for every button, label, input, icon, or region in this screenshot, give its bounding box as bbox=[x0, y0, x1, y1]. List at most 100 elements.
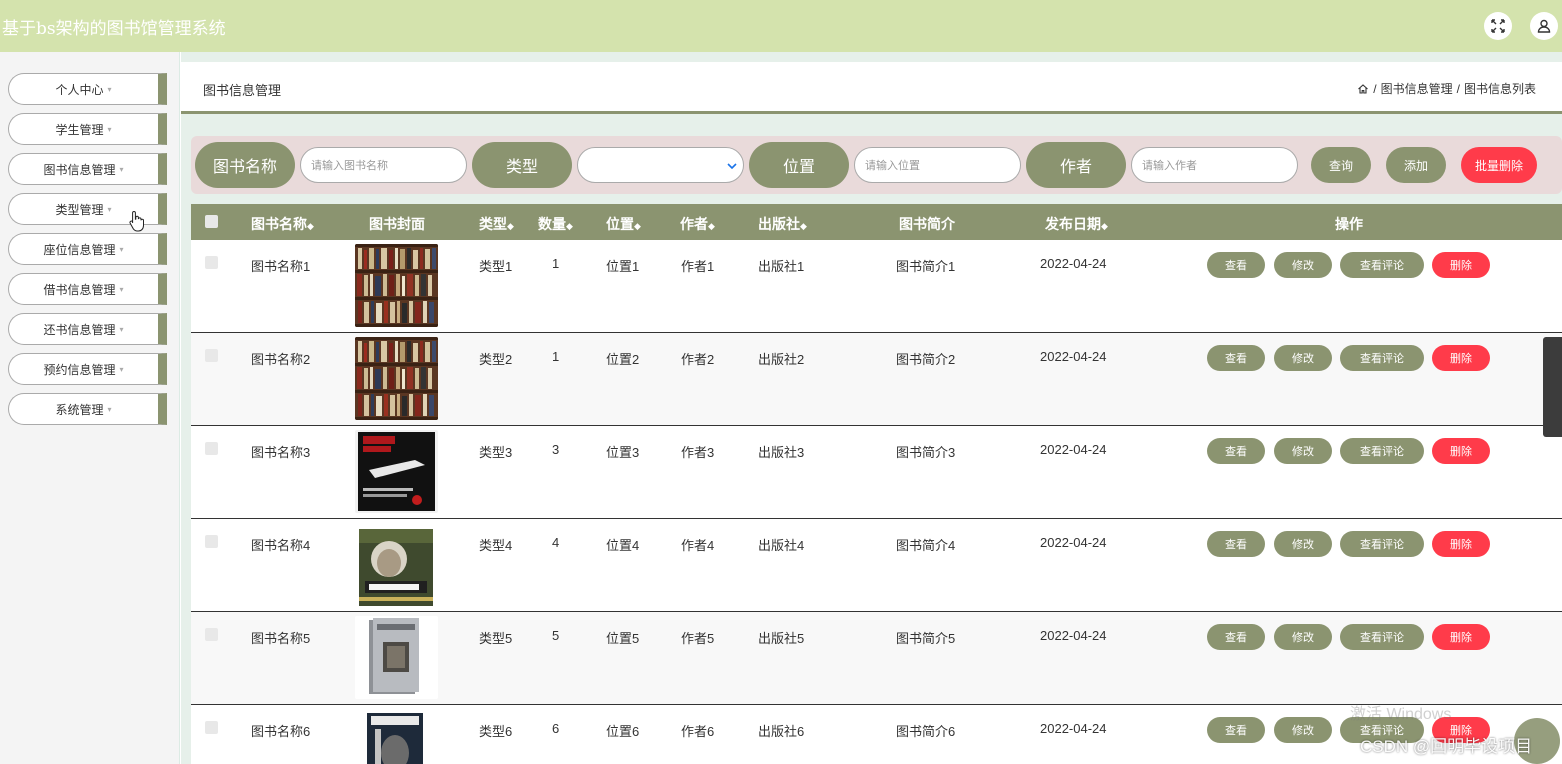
sort-icon[interactable]: ◆ bbox=[566, 222, 573, 232]
sort-icon[interactable]: ◆ bbox=[507, 222, 514, 232]
sort-icon[interactable]: ◆ bbox=[800, 222, 807, 232]
quantity-cell: 1 bbox=[552, 349, 560, 364]
table-row: 图书名称1 类型1 1 位置1 作者1 出版社1 图书简介1 2022-04-2… bbox=[191, 240, 1562, 333]
caret-down-icon: ▾ bbox=[107, 124, 112, 134]
batch-delete-button[interactable]: 批量删除 bbox=[1461, 147, 1537, 183]
view-comments-button[interactable]: 查看评论 bbox=[1340, 345, 1424, 371]
intro-cell: 图书简介1 bbox=[896, 259, 956, 274]
delete-button[interactable]: 删除 bbox=[1432, 252, 1490, 278]
edit-button[interactable]: 修改 bbox=[1274, 717, 1332, 743]
delete-button[interactable]: 删除 bbox=[1432, 531, 1490, 557]
type-cell: 类型5 bbox=[479, 631, 513, 646]
intro-cell: 图书简介4 bbox=[896, 538, 956, 553]
add-button[interactable]: 添加 bbox=[1386, 147, 1446, 183]
book-name-cell: 图书名称3 bbox=[251, 445, 311, 460]
column-header-author[interactable]: 作者◆ bbox=[680, 214, 715, 234]
column-header-publisher[interactable]: 出版社◆ bbox=[758, 214, 807, 234]
date-cell: 2022-04-24 bbox=[1040, 628, 1107, 643]
view-button[interactable]: 查看 bbox=[1207, 624, 1265, 650]
edit-button[interactable]: 修改 bbox=[1274, 345, 1332, 371]
breadcrumb-separator: / bbox=[1456, 81, 1460, 96]
view-comments-button[interactable]: 查看评论 bbox=[1340, 624, 1424, 650]
column-header-name[interactable]: 图书名称◆ bbox=[251, 214, 314, 234]
row-checkbox[interactable] bbox=[205, 721, 218, 734]
caret-down-icon: ▾ bbox=[119, 284, 124, 294]
book-cover-image bbox=[355, 244, 438, 327]
author-cell: 作者3 bbox=[681, 445, 715, 460]
column-header-quantity[interactable]: 数量◆ bbox=[538, 214, 573, 234]
breadcrumb-item[interactable]: 图书信息管理 bbox=[1381, 80, 1453, 97]
sidebar-item-label: 图书信息管理 bbox=[43, 162, 116, 177]
view-button[interactable]: 查看 bbox=[1207, 531, 1265, 557]
edit-button[interactable]: 修改 bbox=[1274, 624, 1332, 650]
type-cell: 类型1 bbox=[479, 259, 513, 274]
book-cover-image bbox=[355, 523, 438, 606]
select-all-checkbox[interactable] bbox=[205, 215, 218, 228]
sidebar-item-book-info[interactable]: 图书信息管理 ▾ bbox=[8, 153, 167, 185]
table-row: 图书名称4 类型4 4 位置4 作者4 出版社4 图书简介4 2022-04-2… bbox=[191, 519, 1562, 612]
edit-button[interactable]: 修改 bbox=[1274, 438, 1332, 464]
book-name-label: 图书名称 bbox=[195, 142, 295, 188]
author-input[interactable]: 请输入作者 bbox=[1131, 147, 1298, 183]
book-name-input[interactable]: 请输入图书名称 bbox=[300, 147, 467, 183]
publisher-cell: 出版社6 bbox=[758, 724, 805, 739]
date-cell: 2022-04-24 bbox=[1040, 535, 1107, 550]
type-label: 类型 bbox=[472, 142, 572, 188]
publisher-cell: 出版社3 bbox=[758, 445, 805, 460]
edit-button[interactable]: 修改 bbox=[1274, 252, 1332, 278]
sort-icon[interactable]: ◆ bbox=[307, 222, 314, 232]
page-title: 图书信息管理 bbox=[203, 83, 282, 98]
view-button[interactable]: 查看 bbox=[1207, 252, 1265, 278]
row-checkbox[interactable] bbox=[205, 442, 218, 455]
home-icon[interactable] bbox=[1357, 83, 1369, 95]
view-comments-button[interactable]: 查看评论 bbox=[1340, 531, 1424, 557]
view-button[interactable]: 查看 bbox=[1207, 345, 1265, 371]
app-title: 基于bs架构的图书馆管理系统 bbox=[2, 19, 226, 39]
location-cell: 位置1 bbox=[606, 259, 640, 274]
view-comments-button[interactable]: 查看评论 bbox=[1340, 252, 1424, 278]
column-header-date[interactable]: 发布日期◆ bbox=[1045, 214, 1108, 234]
sort-icon[interactable]: ◆ bbox=[1101, 222, 1108, 232]
caret-down-icon: ▾ bbox=[107, 84, 112, 94]
fullscreen-icon[interactable] bbox=[1484, 12, 1512, 40]
delete-button[interactable]: 删除 bbox=[1432, 438, 1490, 464]
book-cover-image bbox=[355, 430, 438, 513]
sidebar-item-reservation[interactable]: 预约信息管理 ▾ bbox=[8, 353, 167, 385]
user-icon[interactable] bbox=[1530, 12, 1558, 40]
sidebar-item-seats[interactable]: 座位信息管理 ▾ bbox=[8, 233, 167, 265]
location-input[interactable]: 请输入位置 bbox=[854, 147, 1021, 183]
date-cell: 2022-04-24 bbox=[1040, 256, 1107, 271]
row-checkbox[interactable] bbox=[205, 535, 218, 548]
sidebar-item-personal-center[interactable]: 个人中心 ▾ bbox=[8, 73, 167, 105]
row-checkbox[interactable] bbox=[205, 349, 218, 362]
view-button[interactable]: 查看 bbox=[1207, 717, 1265, 743]
sidebar-item-students[interactable]: 学生管理 ▾ bbox=[8, 113, 167, 145]
table-row: 图书名称2 类型2 1 位置2 作者2 出版社2 图书简介2 2022-04-2… bbox=[191, 333, 1562, 426]
view-comments-button[interactable]: 查看评论 bbox=[1340, 438, 1424, 464]
top-header: 基于bs架构的图书馆管理系统 bbox=[0, 0, 1562, 52]
row-checkbox[interactable] bbox=[205, 256, 218, 269]
query-button[interactable]: 查询 bbox=[1311, 147, 1371, 183]
delete-button[interactable]: 删除 bbox=[1432, 624, 1490, 650]
sidebar-item-borrow[interactable]: 借书信息管理 ▾ bbox=[8, 273, 167, 305]
author-cell: 作者1 bbox=[681, 259, 715, 274]
book-name-cell: 图书名称6 bbox=[251, 724, 311, 739]
edit-button[interactable]: 修改 bbox=[1274, 531, 1332, 557]
type-select[interactable] bbox=[577, 147, 744, 183]
windows-activation-watermark: 激活 Windows bbox=[1350, 706, 1452, 723]
sidebar-item-system[interactable]: 系统管理 ▾ bbox=[8, 393, 167, 425]
sort-icon[interactable]: ◆ bbox=[708, 222, 715, 232]
caret-down-icon: ▾ bbox=[107, 204, 112, 214]
search-form: 图书名称 请输入图书名称 类型 位置 请输入位置 作者 请输入作者 查询 添加 … bbox=[191, 136, 1562, 194]
row-checkbox[interactable] bbox=[205, 628, 218, 641]
side-drawer-handle[interactable] bbox=[1543, 337, 1562, 437]
column-header-type[interactable]: 类型◆ bbox=[479, 214, 514, 234]
type-cell: 类型4 bbox=[479, 538, 513, 553]
sidebar-item-return[interactable]: 还书信息管理 ▾ bbox=[8, 313, 167, 345]
column-header-location[interactable]: 位置◆ bbox=[606, 214, 641, 234]
caret-down-icon: ▾ bbox=[119, 244, 124, 254]
delete-button[interactable]: 删除 bbox=[1432, 345, 1490, 371]
view-button[interactable]: 查看 bbox=[1207, 438, 1265, 464]
quantity-cell: 3 bbox=[552, 442, 560, 457]
sort-icon[interactable]: ◆ bbox=[634, 222, 641, 232]
